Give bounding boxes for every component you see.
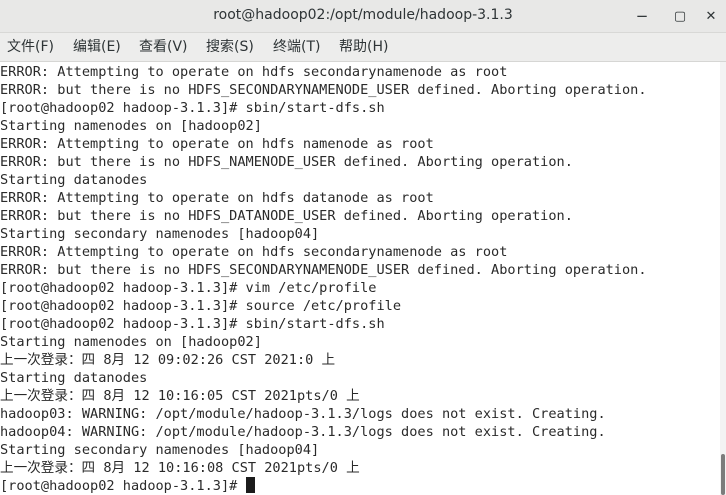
terminal-line: Starting namenodes on [hadoop02] <box>0 334 262 350</box>
terminal-line: Starting secondary namenodes [hadoop04] <box>0 226 320 242</box>
terminal-line: [root@hadoop02 hadoop-3.1.3]# sbin/start… <box>0 316 385 332</box>
menu-view[interactable]: 查看(V) <box>139 33 188 61</box>
menu-bar: 文件(F) 编辑(E) 查看(V) 搜索(S) 终端(T) 帮助(H) <box>0 33 726 62</box>
menu-terminal[interactable]: 终端(T) <box>273 33 320 61</box>
terminal-line: ERROR: but there is no HDFS_SECONDARYNAM… <box>0 82 647 98</box>
terminal-line: Starting namenodes on [hadoop02] <box>0 118 262 134</box>
terminal-line: ERROR: Attempting to operate on hdfs sec… <box>0 64 508 80</box>
vertical-scrollbar[interactable] <box>720 62 726 495</box>
terminal-line: ERROR: Attempting to operate on hdfs nam… <box>0 136 434 152</box>
menu-search[interactable]: 搜索(S) <box>206 33 254 61</box>
terminal-line: ERROR: Attempting to operate on hdfs sec… <box>0 244 508 260</box>
minimize-icon[interactable]: − <box>631 5 653 27</box>
close-icon[interactable]: ✕ <box>700 5 722 27</box>
text-cursor <box>245 477 255 493</box>
terminal-line: hadoop04: WARNING: /opt/module/hadoop-3.… <box>0 424 606 440</box>
terminal-line: 上一次登录：四 8月 12 10:16:05 CST 2021pts/0 上 <box>0 388 360 404</box>
menu-edit[interactable]: 编辑(E) <box>73 33 121 61</box>
terminal-output[interactable]: ERROR: Attempting to operate on hdfs sec… <box>0 62 720 495</box>
terminal-line: Starting datanodes <box>0 172 148 188</box>
window-title: root@hadoop02:/opt/module/hadoop-3.1.3 <box>213 7 513 23</box>
terminal-line: ERROR: Attempting to operate on hdfs dat… <box>0 190 434 206</box>
terminal-line: ERROR: but there is no HDFS_DATANODE_USE… <box>0 208 573 224</box>
terminal-line: ERROR: but there is no HDFS_SECONDARYNAM… <box>0 262 647 278</box>
terminal-line: [root@hadoop02 hadoop-3.1.3]# vim /etc/p… <box>0 280 377 296</box>
scrollbar-thumb[interactable] <box>721 454 725 495</box>
terminal-line: ERROR: but there is no HDFS_NAMENODE_USE… <box>0 154 573 170</box>
terminal-line: Starting datanodes <box>0 370 148 386</box>
terminal-line: [root@hadoop02 hadoop-3.1.3]# sbin/start… <box>0 100 385 116</box>
terminal-prompt-line[interactable]: [root@hadoop02 hadoop-3.1.3]# <box>0 477 255 495</box>
maximize-icon[interactable]: ▢ <box>669 5 691 27</box>
menu-help[interactable]: 帮助(H) <box>339 33 388 61</box>
terminal-line: Starting secondary namenodes [hadoop04] <box>0 442 320 458</box>
terminal-line: [root@hadoop02 hadoop-3.1.3]# source /et… <box>0 298 402 314</box>
terminal-line: hadoop03: WARNING: /opt/module/hadoop-3.… <box>0 406 606 422</box>
terminal-line: 上一次登录：四 8月 12 09:02:26 CST 2021:0 上 <box>0 352 336 368</box>
shell-prompt: [root@hadoop02 hadoop-3.1.3]# <box>0 478 246 494</box>
menu-file[interactable]: 文件(F) <box>7 33 54 61</box>
terminal-line: 上一次登录：四 8月 12 10:16:08 CST 2021pts/0 上 <box>0 460 360 476</box>
title-bar[interactable]: root@hadoop02:/opt/module/hadoop-3.1.3 −… <box>0 0 726 33</box>
